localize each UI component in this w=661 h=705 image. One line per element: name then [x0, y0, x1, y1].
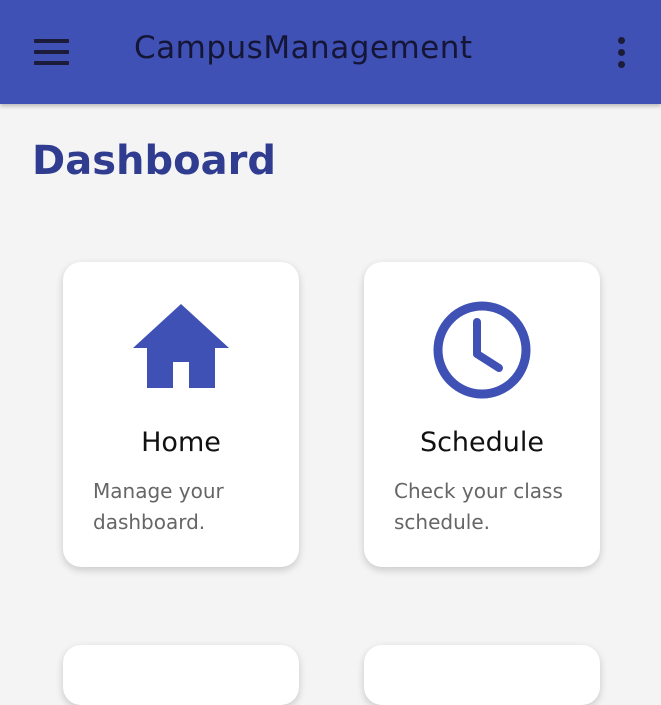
card-partial[interactable]: [364, 645, 600, 705]
home-icon: [63, 300, 299, 394]
card-description: Manage your dashboard.: [93, 479, 224, 534]
more-vert-icon[interactable]: [610, 35, 634, 71]
card-description: Check your class schedule.: [394, 479, 563, 534]
page-title: Dashboard: [32, 138, 276, 184]
clock-icon: [364, 300, 600, 404]
app-title: CampusManagement: [134, 30, 473, 66]
card-title: Schedule: [419, 427, 545, 458]
card-partial[interactable]: [63, 645, 299, 705]
menu-icon[interactable]: [34, 39, 70, 67]
app-bar: CampusManagement: [0, 0, 661, 104]
card-title: Home: [141, 427, 221, 458]
home-card[interactable]: Home Manage your dashboard.: [63, 262, 299, 567]
schedule-card[interactable]: Schedule Check your class schedule.: [364, 262, 600, 567]
